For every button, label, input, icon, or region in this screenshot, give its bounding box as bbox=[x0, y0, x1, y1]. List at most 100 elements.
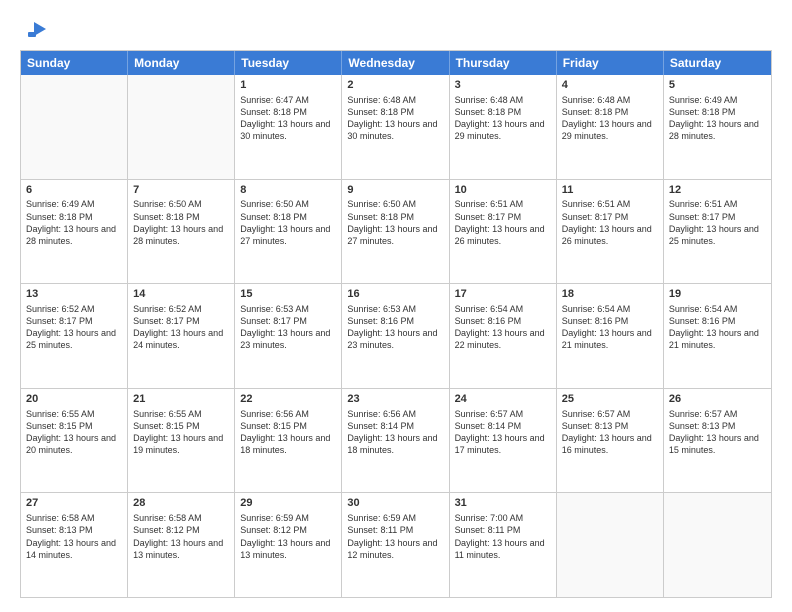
calendar-cell: 27Sunrise: 6:58 AM Sunset: 8:13 PM Dayli… bbox=[21, 493, 128, 597]
calendar-week-row: 1Sunrise: 6:47 AM Sunset: 8:18 PM Daylig… bbox=[21, 75, 771, 179]
day-info: Sunrise: 6:51 AM Sunset: 8:17 PM Dayligh… bbox=[455, 198, 551, 247]
day-info: Sunrise: 6:53 AM Sunset: 8:17 PM Dayligh… bbox=[240, 303, 336, 352]
calendar-cell: 11Sunrise: 6:51 AM Sunset: 8:17 PM Dayli… bbox=[557, 180, 664, 284]
calendar-cell: 4Sunrise: 6:48 AM Sunset: 8:18 PM Daylig… bbox=[557, 75, 664, 179]
calendar-cell bbox=[557, 493, 664, 597]
day-info: Sunrise: 6:59 AM Sunset: 8:11 PM Dayligh… bbox=[347, 512, 443, 561]
day-info: Sunrise: 6:50 AM Sunset: 8:18 PM Dayligh… bbox=[133, 198, 229, 247]
day-info: Sunrise: 6:54 AM Sunset: 8:16 PM Dayligh… bbox=[669, 303, 766, 352]
day-info: Sunrise: 6:56 AM Sunset: 8:14 PM Dayligh… bbox=[347, 408, 443, 457]
day-info: Sunrise: 6:47 AM Sunset: 8:18 PM Dayligh… bbox=[240, 94, 336, 143]
day-info: Sunrise: 6:58 AM Sunset: 8:12 PM Dayligh… bbox=[133, 512, 229, 561]
day-number: 10 bbox=[455, 183, 551, 198]
day-number: 21 bbox=[133, 392, 229, 407]
calendar-cell: 1Sunrise: 6:47 AM Sunset: 8:18 PM Daylig… bbox=[235, 75, 342, 179]
header bbox=[20, 18, 772, 40]
day-number: 16 bbox=[347, 287, 443, 302]
calendar-cell: 6Sunrise: 6:49 AM Sunset: 8:18 PM Daylig… bbox=[21, 180, 128, 284]
day-number: 27 bbox=[26, 496, 122, 511]
day-number: 14 bbox=[133, 287, 229, 302]
calendar-cell: 21Sunrise: 6:55 AM Sunset: 8:15 PM Dayli… bbox=[128, 389, 235, 493]
calendar-cell: 10Sunrise: 6:51 AM Sunset: 8:17 PM Dayli… bbox=[450, 180, 557, 284]
day-number: 15 bbox=[240, 287, 336, 302]
calendar: SundayMondayTuesdayWednesdayThursdayFrid… bbox=[20, 50, 772, 598]
day-info: Sunrise: 6:48 AM Sunset: 8:18 PM Dayligh… bbox=[347, 94, 443, 143]
day-number: 20 bbox=[26, 392, 122, 407]
calendar-cell: 7Sunrise: 6:50 AM Sunset: 8:18 PM Daylig… bbox=[128, 180, 235, 284]
day-number: 8 bbox=[240, 183, 336, 198]
day-info: Sunrise: 6:56 AM Sunset: 8:15 PM Dayligh… bbox=[240, 408, 336, 457]
day-info: Sunrise: 6:48 AM Sunset: 8:18 PM Dayligh… bbox=[455, 94, 551, 143]
calendar-cell: 26Sunrise: 6:57 AM Sunset: 8:13 PM Dayli… bbox=[664, 389, 771, 493]
day-number: 29 bbox=[240, 496, 336, 511]
day-info: Sunrise: 6:54 AM Sunset: 8:16 PM Dayligh… bbox=[455, 303, 551, 352]
weekday-header: Tuesday bbox=[235, 51, 342, 75]
day-number: 31 bbox=[455, 496, 551, 511]
day-info: Sunrise: 6:59 AM Sunset: 8:12 PM Dayligh… bbox=[240, 512, 336, 561]
calendar-week-row: 27Sunrise: 6:58 AM Sunset: 8:13 PM Dayli… bbox=[21, 492, 771, 597]
day-info: Sunrise: 6:57 AM Sunset: 8:14 PM Dayligh… bbox=[455, 408, 551, 457]
day-number: 7 bbox=[133, 183, 229, 198]
day-number: 5 bbox=[669, 78, 766, 93]
day-number: 25 bbox=[562, 392, 658, 407]
day-info: Sunrise: 6:51 AM Sunset: 8:17 PM Dayligh… bbox=[562, 198, 658, 247]
day-number: 18 bbox=[562, 287, 658, 302]
calendar-cell: 13Sunrise: 6:52 AM Sunset: 8:17 PM Dayli… bbox=[21, 284, 128, 388]
day-info: Sunrise: 6:52 AM Sunset: 8:17 PM Dayligh… bbox=[26, 303, 122, 352]
calendar-cell: 3Sunrise: 6:48 AM Sunset: 8:18 PM Daylig… bbox=[450, 75, 557, 179]
calendar-cell: 18Sunrise: 6:54 AM Sunset: 8:16 PM Dayli… bbox=[557, 284, 664, 388]
calendar-cell: 12Sunrise: 6:51 AM Sunset: 8:17 PM Dayli… bbox=[664, 180, 771, 284]
day-info: Sunrise: 6:57 AM Sunset: 8:13 PM Dayligh… bbox=[669, 408, 766, 457]
day-number: 19 bbox=[669, 287, 766, 302]
weekday-header: Wednesday bbox=[342, 51, 449, 75]
calendar-cell: 28Sunrise: 6:58 AM Sunset: 8:12 PM Dayli… bbox=[128, 493, 235, 597]
day-info: Sunrise: 6:58 AM Sunset: 8:13 PM Dayligh… bbox=[26, 512, 122, 561]
day-number: 28 bbox=[133, 496, 229, 511]
calendar-cell: 15Sunrise: 6:53 AM Sunset: 8:17 PM Dayli… bbox=[235, 284, 342, 388]
day-number: 12 bbox=[669, 183, 766, 198]
day-number: 30 bbox=[347, 496, 443, 511]
day-number: 6 bbox=[26, 183, 122, 198]
day-number: 9 bbox=[347, 183, 443, 198]
weekday-header: Monday bbox=[128, 51, 235, 75]
calendar-cell: 8Sunrise: 6:50 AM Sunset: 8:18 PM Daylig… bbox=[235, 180, 342, 284]
day-info: Sunrise: 6:54 AM Sunset: 8:16 PM Dayligh… bbox=[562, 303, 658, 352]
calendar-cell: 5Sunrise: 6:49 AM Sunset: 8:18 PM Daylig… bbox=[664, 75, 771, 179]
day-info: Sunrise: 6:50 AM Sunset: 8:18 PM Dayligh… bbox=[240, 198, 336, 247]
calendar-cell: 29Sunrise: 6:59 AM Sunset: 8:12 PM Dayli… bbox=[235, 493, 342, 597]
weekday-header: Saturday bbox=[664, 51, 771, 75]
day-number: 1 bbox=[240, 78, 336, 93]
day-info: Sunrise: 6:55 AM Sunset: 8:15 PM Dayligh… bbox=[26, 408, 122, 457]
calendar-week-row: 6Sunrise: 6:49 AM Sunset: 8:18 PM Daylig… bbox=[21, 179, 771, 284]
calendar-header-row: SundayMondayTuesdayWednesdayThursdayFrid… bbox=[21, 51, 771, 75]
calendar-page: SundayMondayTuesdayWednesdayThursdayFrid… bbox=[0, 0, 792, 612]
logo-icon bbox=[26, 18, 48, 40]
calendar-cell: 9Sunrise: 6:50 AM Sunset: 8:18 PM Daylig… bbox=[342, 180, 449, 284]
day-info: Sunrise: 6:55 AM Sunset: 8:15 PM Dayligh… bbox=[133, 408, 229, 457]
day-number: 3 bbox=[455, 78, 551, 93]
calendar-cell: 30Sunrise: 6:59 AM Sunset: 8:11 PM Dayli… bbox=[342, 493, 449, 597]
day-number: 24 bbox=[455, 392, 551, 407]
calendar-cell: 23Sunrise: 6:56 AM Sunset: 8:14 PM Dayli… bbox=[342, 389, 449, 493]
day-info: Sunrise: 6:49 AM Sunset: 8:18 PM Dayligh… bbox=[669, 94, 766, 143]
calendar-cell: 19Sunrise: 6:54 AM Sunset: 8:16 PM Dayli… bbox=[664, 284, 771, 388]
day-number: 11 bbox=[562, 183, 658, 198]
weekday-header: Thursday bbox=[450, 51, 557, 75]
calendar-cell bbox=[664, 493, 771, 597]
calendar-cell: 24Sunrise: 6:57 AM Sunset: 8:14 PM Dayli… bbox=[450, 389, 557, 493]
calendar-cell: 2Sunrise: 6:48 AM Sunset: 8:18 PM Daylig… bbox=[342, 75, 449, 179]
calendar-cell: 16Sunrise: 6:53 AM Sunset: 8:16 PM Dayli… bbox=[342, 284, 449, 388]
calendar-cell: 31Sunrise: 7:00 AM Sunset: 8:11 PM Dayli… bbox=[450, 493, 557, 597]
day-number: 22 bbox=[240, 392, 336, 407]
day-number: 23 bbox=[347, 392, 443, 407]
calendar-cell: 14Sunrise: 6:52 AM Sunset: 8:17 PM Dayli… bbox=[128, 284, 235, 388]
day-number: 17 bbox=[455, 287, 551, 302]
day-info: Sunrise: 6:50 AM Sunset: 8:18 PM Dayligh… bbox=[347, 198, 443, 247]
calendar-cell: 17Sunrise: 6:54 AM Sunset: 8:16 PM Dayli… bbox=[450, 284, 557, 388]
day-number: 13 bbox=[26, 287, 122, 302]
weekday-header: Friday bbox=[557, 51, 664, 75]
day-info: Sunrise: 6:57 AM Sunset: 8:13 PM Dayligh… bbox=[562, 408, 658, 457]
calendar-cell bbox=[21, 75, 128, 179]
day-info: Sunrise: 6:48 AM Sunset: 8:18 PM Dayligh… bbox=[562, 94, 658, 143]
day-info: Sunrise: 7:00 AM Sunset: 8:11 PM Dayligh… bbox=[455, 512, 551, 561]
